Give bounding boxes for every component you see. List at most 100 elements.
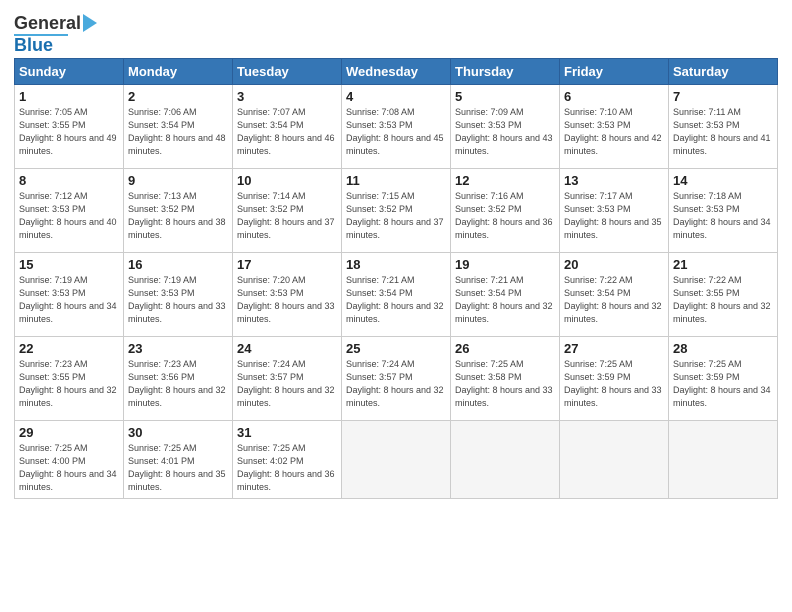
calendar-cell: 13Sunrise: 7:17 AMSunset: 3:53 PMDayligh… xyxy=(560,169,669,253)
day-number: 26 xyxy=(455,341,555,356)
calendar-cell xyxy=(451,421,560,499)
calendar-cell: 21Sunrise: 7:22 AMSunset: 3:55 PMDayligh… xyxy=(669,253,778,337)
day-number: 9 xyxy=(128,173,228,188)
day-number: 30 xyxy=(128,425,228,440)
week-row-1: 8 Sunrise: 7:12 AMSunset: 3:53 PMDaylight… xyxy=(15,169,778,253)
weekday-header-sunday: Sunday xyxy=(15,59,124,85)
calendar-cell xyxy=(669,421,778,499)
day-number: 3 xyxy=(237,89,337,104)
day-info: Sunrise: 7:24 AMSunset: 3:57 PMDaylight:… xyxy=(237,358,337,410)
day-number: 2 xyxy=(128,89,228,104)
calendar-cell: 12 Sunrise: 7:16 AMSunset: 3:52 PMDayligh… xyxy=(451,169,560,253)
calendar-cell: 23 Sunrise: 7:23 AMSunset: 3:56 PMDayligh… xyxy=(124,337,233,421)
calendar-cell: 17 Sunrise: 7:20 AMSunset: 3:53 PMDayligh… xyxy=(233,253,342,337)
day-number: 6 xyxy=(564,89,664,104)
calendar-cell: 24 Sunrise: 7:24 AMSunset: 3:57 PMDayligh… xyxy=(233,337,342,421)
calendar-cell: 29 Sunrise: 7:25 AMSunset: 4:00 PMDayligh… xyxy=(15,421,124,499)
week-row-2: 15 Sunrise: 7:19 AMSunset: 3:53 PMDayligh… xyxy=(15,253,778,337)
day-info: Sunrise: 7:22 AMSunset: 3:54 PMDaylight:… xyxy=(564,274,664,326)
weekday-header-wednesday: Wednesday xyxy=(342,59,451,85)
calendar-cell: 4 Sunrise: 7:08 AMSunset: 3:53 PMDaylight… xyxy=(342,85,451,169)
day-number: 12 xyxy=(455,173,555,188)
day-info: Sunrise: 7:08 AMSunset: 3:53 PMDaylight:… xyxy=(346,106,446,158)
day-info: Sunrise: 7:25 AMSunset: 3:59 PMDaylight:… xyxy=(673,358,773,410)
day-info: Sunrise: 7:11 AMSunset: 3:53 PMDaylight:… xyxy=(673,106,773,158)
day-info: Sunrise: 7:19 AMSunset: 3:53 PMDaylight:… xyxy=(128,274,228,326)
day-info: Sunrise: 7:10 AMSunset: 3:53 PMDaylight:… xyxy=(564,106,664,158)
calendar-cell: 5 Sunrise: 7:09 AMSunset: 3:53 PMDaylight… xyxy=(451,85,560,169)
day-number: 10 xyxy=(237,173,337,188)
week-row-4: 29 Sunrise: 7:25 AMSunset: 4:00 PMDayligh… xyxy=(15,421,778,499)
logo-arrow-icon xyxy=(83,14,97,32)
calendar-cell: 6 Sunrise: 7:10 AMSunset: 3:53 PMDaylight… xyxy=(560,85,669,169)
day-number: 11 xyxy=(346,173,446,188)
day-info: Sunrise: 7:12 AMSunset: 3:53 PMDaylight:… xyxy=(19,190,119,242)
calendar-cell: 18Sunrise: 7:21 AMSunset: 3:54 PMDayligh… xyxy=(342,253,451,337)
day-info: Sunrise: 7:09 AMSunset: 3:53 PMDaylight:… xyxy=(455,106,555,158)
day-number: 1 xyxy=(19,89,119,104)
calendar-cell: 31 Sunrise: 7:25 AMSunset: 4:02 PMDayligh… xyxy=(233,421,342,499)
calendar-cell: 16 Sunrise: 7:19 AMSunset: 3:53 PMDayligh… xyxy=(124,253,233,337)
day-number: 4 xyxy=(346,89,446,104)
logo-blue-text: Blue xyxy=(14,36,53,54)
week-row-3: 22Sunrise: 7:23 AMSunset: 3:55 PMDayligh… xyxy=(15,337,778,421)
day-number: 15 xyxy=(19,257,119,272)
day-info: Sunrise: 7:23 AMSunset: 3:56 PMDaylight:… xyxy=(128,358,228,410)
calendar-cell: 30 Sunrise: 7:25 AMSunset: 4:01 PMDayligh… xyxy=(124,421,233,499)
day-number: 27 xyxy=(564,341,664,356)
day-info: Sunrise: 7:25 AMSunset: 4:02 PMDaylight:… xyxy=(237,442,337,494)
calendar-cell: 26 Sunrise: 7:25 AMSunset: 3:58 PMDayligh… xyxy=(451,337,560,421)
header: General Blue xyxy=(14,10,778,54)
day-info: Sunrise: 7:25 AMSunset: 4:00 PMDaylight:… xyxy=(19,442,119,494)
calendar-cell: 2 Sunrise: 7:06 AMSunset: 3:54 PMDaylight… xyxy=(124,85,233,169)
day-number: 19 xyxy=(455,257,555,272)
day-info: Sunrise: 7:25 AMSunset: 3:58 PMDaylight:… xyxy=(455,358,555,410)
day-number: 22 xyxy=(19,341,119,356)
day-number: 24 xyxy=(237,341,337,356)
day-number: 5 xyxy=(455,89,555,104)
day-info: Sunrise: 7:07 AMSunset: 3:54 PMDaylight:… xyxy=(237,106,337,158)
calendar-cell: 10 Sunrise: 7:14 AMSunset: 3:52 PMDayligh… xyxy=(233,169,342,253)
day-info: Sunrise: 7:14 AMSunset: 3:52 PMDaylight:… xyxy=(237,190,337,242)
calendar-cell: 8 Sunrise: 7:12 AMSunset: 3:53 PMDaylight… xyxy=(15,169,124,253)
week-row-0: 1 Sunrise: 7:05 AMSunset: 3:55 PMDaylight… xyxy=(15,85,778,169)
calendar-cell: 25 Sunrise: 7:24 AMSunset: 3:57 PMDayligh… xyxy=(342,337,451,421)
day-number: 7 xyxy=(673,89,773,104)
day-info: Sunrise: 7:19 AMSunset: 3:53 PMDaylight:… xyxy=(19,274,119,326)
day-number: 28 xyxy=(673,341,773,356)
weekday-header-friday: Friday xyxy=(560,59,669,85)
day-number: 13 xyxy=(564,173,664,188)
day-number: 17 xyxy=(237,257,337,272)
calendar-cell: 11 Sunrise: 7:15 AMSunset: 3:52 PMDayligh… xyxy=(342,169,451,253)
day-info: Sunrise: 7:20 AMSunset: 3:53 PMDaylight:… xyxy=(237,274,337,326)
calendar-cell: 14Sunrise: 7:18 AMSunset: 3:53 PMDayligh… xyxy=(669,169,778,253)
day-number: 18 xyxy=(346,257,446,272)
day-info: Sunrise: 7:25 AMSunset: 3:59 PMDaylight:… xyxy=(564,358,664,410)
calendar-cell: 20 Sunrise: 7:22 AMSunset: 3:54 PMDayligh… xyxy=(560,253,669,337)
calendar-cell: 28 Sunrise: 7:25 AMSunset: 3:59 PMDayligh… xyxy=(669,337,778,421)
day-info: Sunrise: 7:06 AMSunset: 3:54 PMDaylight:… xyxy=(128,106,228,158)
day-number: 16 xyxy=(128,257,228,272)
weekday-header-tuesday: Tuesday xyxy=(233,59,342,85)
calendar-cell: 15 Sunrise: 7:19 AMSunset: 3:53 PMDayligh… xyxy=(15,253,124,337)
day-info: Sunrise: 7:25 AMSunset: 4:01 PMDaylight:… xyxy=(128,442,228,494)
day-number: 29 xyxy=(19,425,119,440)
day-info: Sunrise: 7:15 AMSunset: 3:52 PMDaylight:… xyxy=(346,190,446,242)
day-number: 23 xyxy=(128,341,228,356)
calendar-cell: 3 Sunrise: 7:07 AMSunset: 3:54 PMDaylight… xyxy=(233,85,342,169)
day-number: 14 xyxy=(673,173,773,188)
day-number: 8 xyxy=(19,173,119,188)
day-number: 20 xyxy=(564,257,664,272)
weekday-header-thursday: Thursday xyxy=(451,59,560,85)
calendar-cell: 1 Sunrise: 7:05 AMSunset: 3:55 PMDaylight… xyxy=(15,85,124,169)
day-number: 25 xyxy=(346,341,446,356)
calendar-cell: 7 Sunrise: 7:11 AMSunset: 3:53 PMDaylight… xyxy=(669,85,778,169)
day-info: Sunrise: 7:05 AMSunset: 3:55 PMDaylight:… xyxy=(19,106,119,158)
logo: General Blue xyxy=(14,14,97,54)
calendar-cell xyxy=(342,421,451,499)
day-number: 31 xyxy=(237,425,337,440)
day-info: Sunrise: 7:24 AMSunset: 3:57 PMDaylight:… xyxy=(346,358,446,410)
logo-text: General xyxy=(14,14,81,32)
day-info: Sunrise: 7:22 AMSunset: 3:55 PMDaylight:… xyxy=(673,274,773,326)
day-info: Sunrise: 7:16 AMSunset: 3:52 PMDaylight:… xyxy=(455,190,555,242)
